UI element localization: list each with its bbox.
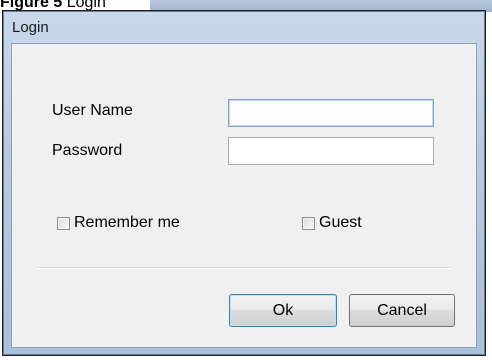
remember-me-checkbox-box[interactable]	[57, 216, 70, 230]
ok-button[interactable]: Ok	[229, 294, 337, 327]
separator-line	[38, 267, 450, 269]
title-bar[interactable]: Login	[3, 11, 485, 41]
login-dialog: Login User Name Password Remember me Gue…	[2, 10, 486, 356]
cancel-button[interactable]: Cancel	[349, 294, 455, 327]
guest-label: Guest	[319, 214, 362, 231]
guest-checkbox[interactable]: Guest	[302, 214, 362, 232]
password-input[interactable]	[228, 137, 434, 165]
remember-me-label: Remember me	[74, 214, 180, 231]
username-input[interactable]	[228, 99, 434, 127]
guest-checkbox-box[interactable]	[302, 216, 315, 230]
dialog-title: Login	[12, 19, 49, 36]
username-label: User Name	[52, 102, 133, 119]
dialog-body: User Name Password Remember me Guest Ok …	[11, 43, 477, 348]
remember-me-checkbox[interactable]: Remember me	[57, 214, 180, 232]
password-label: Password	[52, 142, 123, 159]
